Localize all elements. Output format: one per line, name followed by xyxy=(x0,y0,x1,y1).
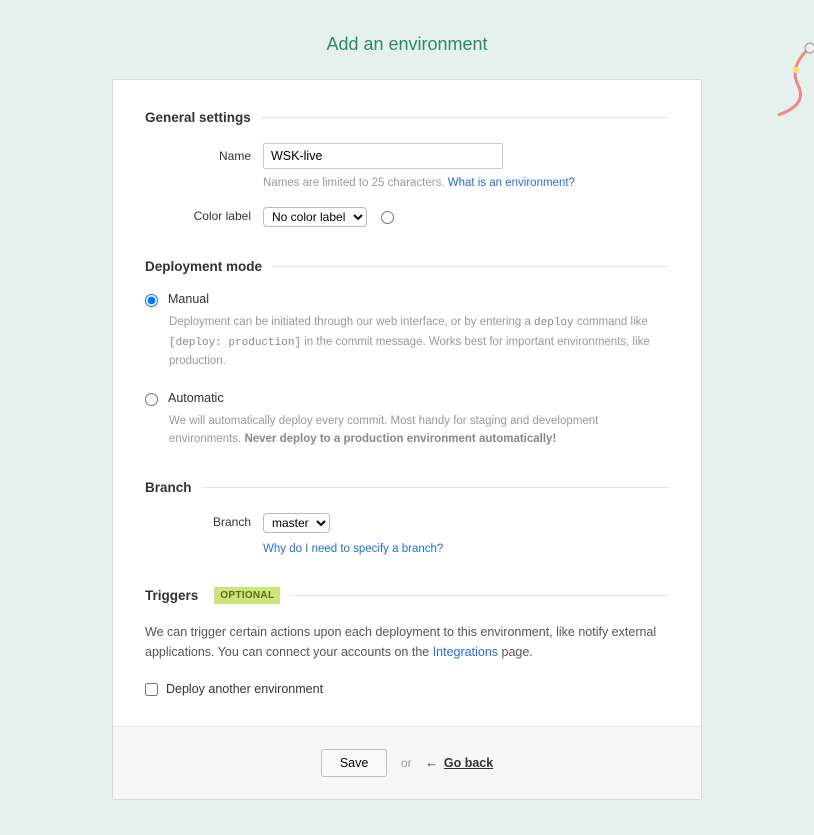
section-deployment: Deployment mode Manual Deployment can be… xyxy=(145,259,669,448)
page-title: Add an environment xyxy=(0,0,814,79)
deploy-another-checkbox[interactable] xyxy=(145,683,158,696)
color-label-select[interactable]: No color label xyxy=(263,207,367,227)
name-help-text: Names are limited to 25 characters. xyxy=(263,177,445,189)
name-input[interactable] xyxy=(263,143,503,169)
radio-manual-input[interactable] xyxy=(145,294,158,307)
optional-badge: OPTIONAL xyxy=(214,587,280,604)
section-triggers: Triggers OPTIONAL We can trigger certain… xyxy=(145,587,669,696)
automatic-desc: We will automatically deploy every commi… xyxy=(169,412,669,449)
section-general: General settings Name Names are limited … xyxy=(145,110,669,227)
triggers-desc: We can trigger certain actions upon each… xyxy=(145,622,669,662)
branch-label: Branch xyxy=(145,513,263,529)
save-button[interactable]: Save xyxy=(321,749,388,777)
deploy-another-checkbox-row[interactable]: Deploy another environment xyxy=(145,682,669,696)
deploy-another-label: Deploy another environment xyxy=(166,682,323,696)
divider xyxy=(272,266,669,267)
radio-automatic[interactable]: Automatic xyxy=(145,391,669,406)
triggers-heading: Triggers xyxy=(145,588,198,603)
radio-automatic-label: Automatic xyxy=(168,391,224,405)
branch-heading: Branch xyxy=(145,480,192,495)
branch-help-link[interactable]: Why do I need to specify a branch? xyxy=(263,543,443,555)
name-help: Names are limited to 25 characters. What… xyxy=(263,177,669,189)
section-branch: Branch Branch master Why do I need to sp… xyxy=(145,480,669,555)
divider xyxy=(290,595,669,596)
name-label: Name xyxy=(145,143,263,163)
decorative-ribbon-icon xyxy=(768,40,814,120)
what-is-environment-link[interactable]: What is an environment? xyxy=(448,177,575,189)
deployment-heading: Deployment mode xyxy=(145,259,262,274)
branch-select[interactable]: master xyxy=(263,513,330,533)
card-footer: Save or ← Go back xyxy=(113,726,701,799)
arrow-left-icon: ← xyxy=(425,755,438,770)
divider xyxy=(261,117,669,118)
form-card: General settings Name Names are limited … xyxy=(112,79,702,800)
divider xyxy=(202,487,669,488)
radio-manual[interactable]: Manual xyxy=(145,292,669,307)
integrations-link[interactable]: Integrations xyxy=(433,645,498,659)
color-radio-none[interactable] xyxy=(381,211,394,224)
radio-automatic-input[interactable] xyxy=(145,393,158,406)
radio-manual-label: Manual xyxy=(168,292,209,306)
general-heading: General settings xyxy=(145,110,251,125)
manual-desc: Deployment can be initiated through our … xyxy=(169,313,669,371)
footer-or: or xyxy=(401,756,412,770)
go-back-link[interactable]: Go back xyxy=(444,756,493,770)
color-label-text: Color label xyxy=(145,207,263,223)
